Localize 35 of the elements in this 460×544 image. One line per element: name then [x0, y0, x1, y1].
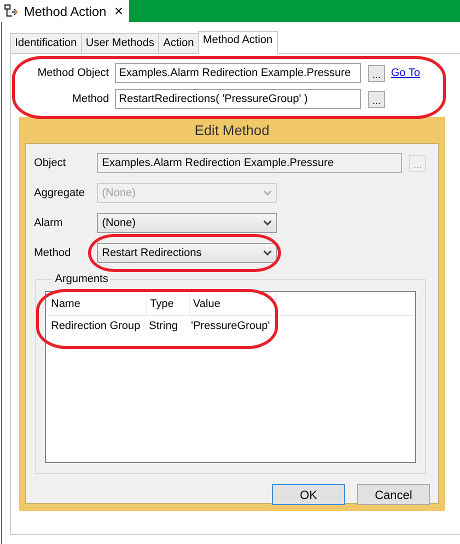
tab[interactable]: Action	[158, 33, 199, 53]
input-field[interactable]: RestartRedirections( 'PressureGroup' )	[115, 89, 361, 109]
go-to-link[interactable]: Go To	[391, 67, 420, 79]
table-cell-text: Redirection Group	[50, 320, 142, 332]
tab[interactable]: User Methods	[80, 33, 160, 53]
chevron-down-icon	[263, 220, 272, 226]
tab[interactable]: Method Action	[198, 31, 278, 54]
field-label: Object	[34, 157, 67, 169]
chevron-down-icon	[263, 190, 272, 196]
field-label: Aggregate	[34, 187, 86, 199]
group-title: Arguments	[54, 273, 110, 285]
dialog-title: Edit Method	[194, 121, 270, 140]
field-label: Method	[34, 247, 72, 259]
dialog-button[interactable]: OK	[272, 484, 345, 505]
field-label: Method Object	[36, 67, 110, 79]
field-label: Alarm	[34, 217, 64, 229]
flow-arrow-icon	[4, 4, 20, 18]
table-cell-text: String	[148, 320, 179, 332]
input-field[interactable]: Examples.Alarm Redirection Example.Pressure	[115, 63, 361, 83]
tab[interactable]: Identification	[10, 33, 82, 53]
field-label: Method	[71, 93, 110, 105]
browse-button[interactable]: ...	[368, 64, 385, 82]
dialog-button[interactable]: Cancel	[357, 484, 430, 505]
chevron-down-icon	[263, 250, 272, 256]
dropdown[interactable]: Restart Redirections	[97, 243, 277, 263]
column-header[interactable]: Name	[48, 293, 147, 315]
arguments-list[interactable]: Name Type Value Redirection Group String 'PressureGroup'	[45, 291, 416, 463]
document-tab-title: Method Action	[24, 4, 106, 18]
dropdown[interactable]: (None)	[97, 213, 277, 233]
document-tab[interactable]: Method Action ×	[0, 0, 130, 22]
column-header[interactable]: Type	[147, 293, 190, 315]
column-header[interactable]: Value	[190, 293, 277, 315]
close-icon[interactable]: ×	[114, 2, 124, 20]
browse-button[interactable]: ...	[368, 90, 385, 108]
table-cell-text: 'PressureGroup'	[190, 320, 271, 332]
